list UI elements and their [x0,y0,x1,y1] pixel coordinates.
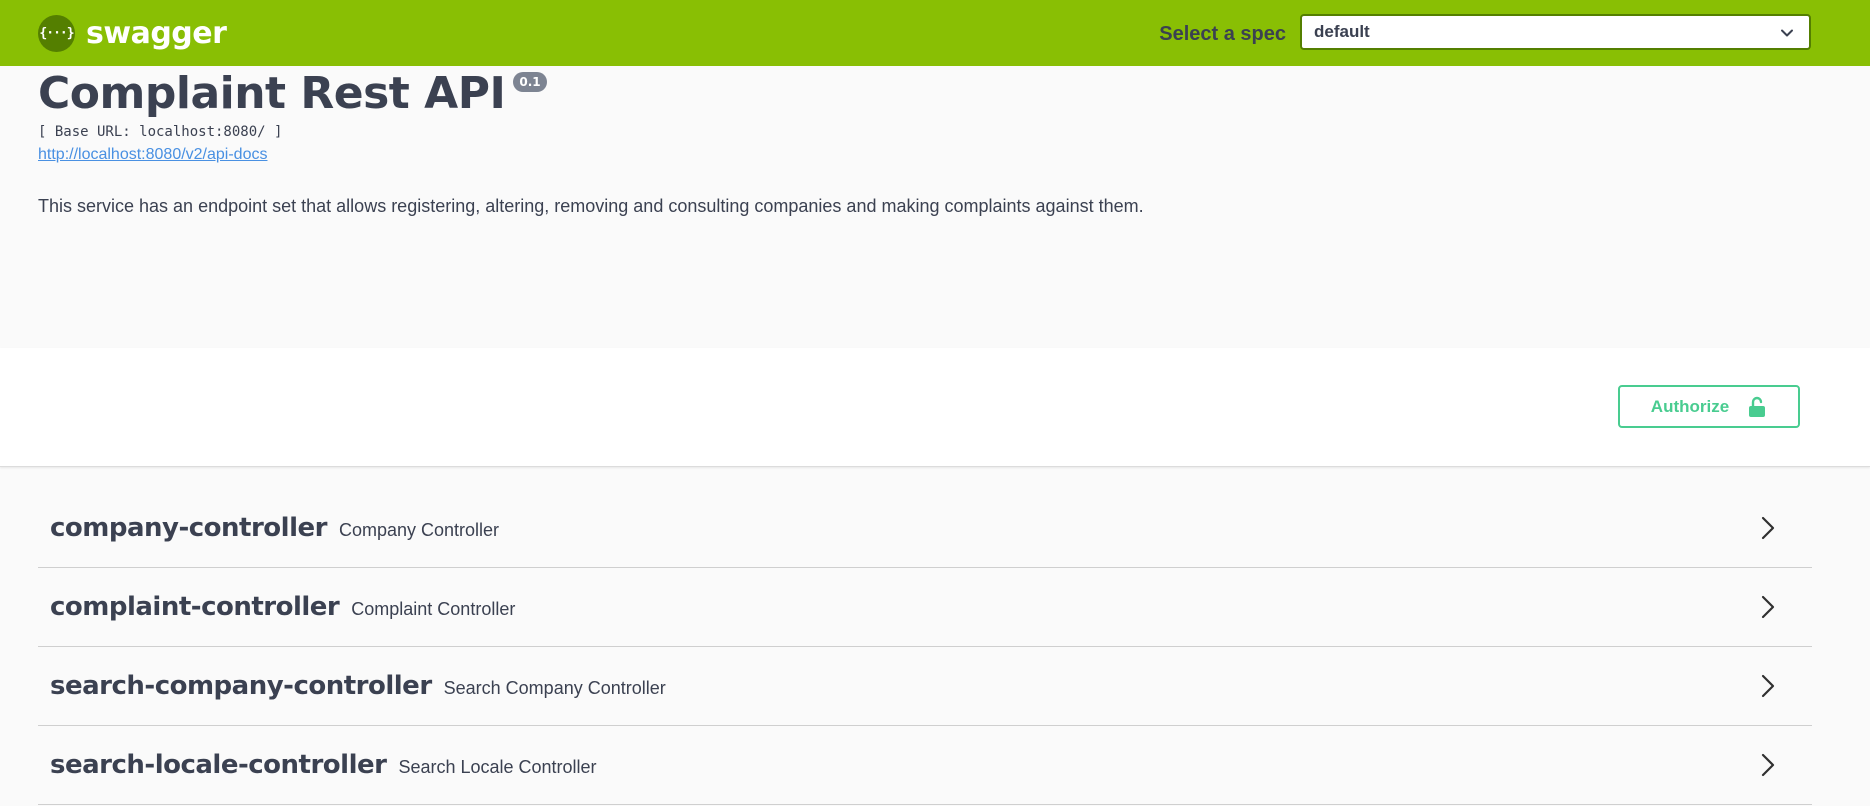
controller-search-company[interactable]: search-company-controller Search Company … [38,647,1812,726]
spec-select-label: Select a spec [1159,23,1286,45]
controller-description: Search Locale Controller [398,757,597,777]
base-url: [ Base URL: localhost:8080/ ] [38,124,283,140]
controller-description: Search Company Controller [443,678,666,698]
api-title-row: Complaint Rest API 0.1 [38,66,547,122]
chevron-right-icon[interactable] [1758,515,1778,541]
api-description: This service has an endpoint set that al… [38,196,1144,216]
version-badge: 0.1 [513,72,547,92]
controller-company[interactable]: company-controller Company Controller [38,489,1812,568]
controller-description: Complaint Controller [351,599,516,619]
controller-complaint[interactable]: complaint-controller Complaint Controller [38,568,1812,647]
unlocked-lock-icon [1749,396,1766,417]
controller-name: search-locale-controller Search Locale Co… [50,750,597,780]
controller-description: Company Controller [338,520,500,540]
chevron-down-icon [1781,29,1793,37]
authorize-button[interactable]: Authorize [1618,385,1800,428]
logo-text: swagger [86,15,227,51]
top-bar: {···} swagger Select a spec default [0,0,1870,66]
chevron-right-icon[interactable] [1758,673,1778,699]
controller-name: search-company-controller Search Company … [50,671,666,701]
spec-select[interactable]: default [1300,14,1811,50]
controller-name: complaint-controller Complaint Controller [50,592,516,622]
controller-search-locale[interactable]: search-locale-controller Search Locale Co… [38,726,1812,805]
authorize-wrapper: Authorize [0,348,1870,467]
controller-name: company-controller Company Controller [50,513,500,543]
swagger-logo-icon: {···} [38,14,75,52]
chevron-right-icon[interactable] [1758,594,1778,620]
swagger-logo[interactable]: {···} swagger [38,14,227,52]
authorize-label: Authorize [1650,396,1730,416]
api-docs-link[interactable]: http://localhost:8080/v2/api-docs [38,146,267,164]
page-title: Complaint Rest API [38,68,506,119]
spec-select-value: default [1314,22,1370,41]
controller-list: company-controller Company Controller com… [38,489,1812,805]
chevron-right-icon[interactable] [1758,752,1778,778]
